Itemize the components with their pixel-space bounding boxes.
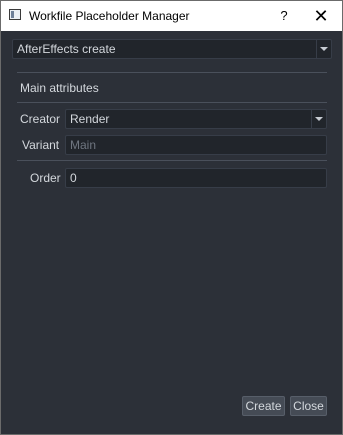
section-divider bbox=[17, 72, 327, 73]
create-button[interactable]: Create bbox=[242, 396, 285, 416]
close-window-button[interactable]: ✕ bbox=[309, 6, 333, 26]
placeholder-type-select[interactable]: AfterEffects create bbox=[12, 39, 332, 59]
main-attributes-heading: Main attributes bbox=[20, 81, 99, 95]
window-title: Workfile Placeholder Manager bbox=[29, 9, 190, 23]
chevron-down-icon[interactable] bbox=[316, 40, 331, 58]
section-divider bbox=[17, 102, 327, 103]
title-bar: Workfile Placeholder Manager ? ✕ bbox=[1, 1, 342, 31]
order-label: Order bbox=[30, 171, 61, 185]
variant-input[interactable] bbox=[65, 135, 327, 155]
help-button[interactable]: ? bbox=[273, 6, 295, 26]
close-button[interactable]: Close bbox=[290, 396, 327, 416]
chevron-down-icon[interactable] bbox=[311, 110, 326, 128]
section-divider bbox=[17, 160, 327, 161]
creator-select[interactable]: Render bbox=[65, 109, 327, 129]
order-field[interactable]: 0 bbox=[65, 168, 327, 188]
app-window-icon bbox=[9, 9, 21, 20]
dialog-body: AfterEffects create Main attributes Crea… bbox=[1, 31, 342, 434]
order-value: 0 bbox=[70, 171, 77, 185]
dialog-window: Workfile Placeholder Manager ? ✕ AfterEf… bbox=[0, 0, 343, 435]
variant-label: Variant bbox=[22, 138, 60, 152]
creator-label: Creator bbox=[20, 112, 61, 126]
placeholder-type-value: AfterEffects create bbox=[17, 42, 116, 56]
creator-value: Render bbox=[70, 112, 110, 126]
